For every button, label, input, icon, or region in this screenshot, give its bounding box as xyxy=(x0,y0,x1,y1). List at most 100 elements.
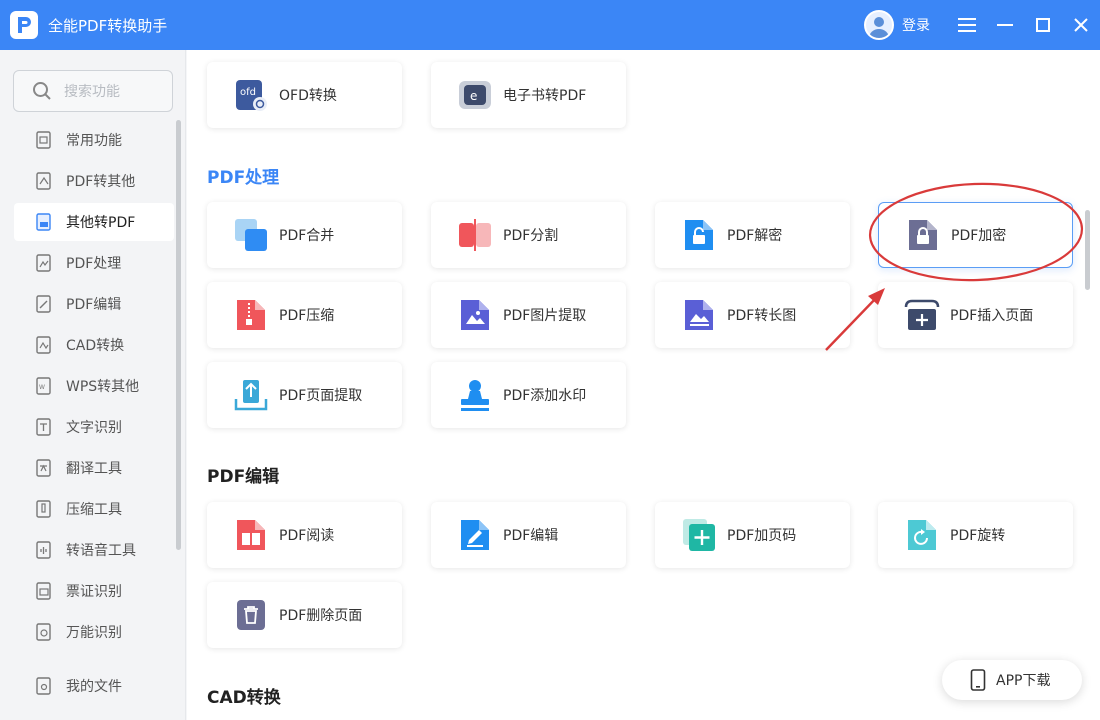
minimize-icon[interactable] xyxy=(986,0,1024,50)
sidebar-item-scan[interactable]: 万能识别 xyxy=(14,613,174,651)
ticket-icon xyxy=(34,581,54,601)
card-ofd-convert[interactable]: ofd OFD转换 xyxy=(207,62,402,128)
pdf-import-icon xyxy=(34,212,54,232)
card-label: OFD转换 xyxy=(279,88,337,104)
sidebar-item-translate[interactable]: 翻译工具 xyxy=(14,449,174,487)
edit-pen-icon xyxy=(457,517,493,553)
sidebar-item-label: 万能识别 xyxy=(66,625,122,641)
card-label: PDF编辑 xyxy=(503,528,559,544)
maximize-icon[interactable] xyxy=(1024,0,1062,50)
sidebar: 搜索功能 常用功能 PDF转其他 其他转PDF PDF处理 PDF编辑 CAD转… xyxy=(0,50,186,720)
app-title: 全能PDF转换助手 xyxy=(48,16,168,35)
login-link[interactable]: 登录 xyxy=(902,15,930,35)
ebook-icon: e xyxy=(457,77,493,113)
sidebar-item-common[interactable]: 常用功能 xyxy=(14,121,174,159)
avatar-icon[interactable] xyxy=(864,10,894,40)
sidebar-item-my-files[interactable]: 我的文件 xyxy=(14,667,174,705)
app-download-button[interactable]: APP下载 xyxy=(942,660,1082,700)
translate-icon xyxy=(34,458,54,478)
search-icon xyxy=(33,82,51,100)
main-scrollbar[interactable] xyxy=(1085,210,1090,290)
sidebar-item-label: WPS转其他 xyxy=(66,379,140,395)
svg-text:W: W xyxy=(39,384,45,391)
card-label: PDF转长图 xyxy=(727,308,797,324)
page-extract-icon xyxy=(233,377,269,413)
pdf-edit-icon xyxy=(34,294,54,314)
card-label: PDF页面提取 xyxy=(279,388,363,404)
card-pdf-to-long-image[interactable]: PDF转长图 xyxy=(655,282,850,348)
sidebar-item-label: 转语音工具 xyxy=(66,543,136,559)
app-download-label: APP下载 xyxy=(996,673,1051,689)
sidebar-item-ticket[interactable]: 票证识别 xyxy=(14,572,174,610)
close-icon[interactable] xyxy=(1062,0,1100,50)
sidebar-item-speech[interactable]: 转语音工具 xyxy=(14,531,174,569)
card-pdf-merge[interactable]: PDF合并 xyxy=(207,202,402,268)
card-pdf-compress[interactable]: PDF压缩 xyxy=(207,282,402,348)
card-pdf-encrypt[interactable]: PDF加密 xyxy=(878,202,1073,268)
svg-text:ofd: ofd xyxy=(240,87,256,98)
sidebar-item-label: CAD转换 xyxy=(66,338,125,354)
sidebar-item-compress[interactable]: 压缩工具 xyxy=(14,490,174,528)
card-pdf-decrypt[interactable]: PDF解密 xyxy=(655,202,850,268)
cad-icon xyxy=(34,335,54,355)
card-ebook-to-pdf[interactable]: e 电子书转PDF xyxy=(431,62,626,128)
card-label: PDF删除页面 xyxy=(279,608,363,624)
card-pdf-image-extract[interactable]: PDF图片提取 xyxy=(431,282,626,348)
title-bar: 全能PDF转换助手 登录 xyxy=(0,0,1100,50)
menu-icon[interactable] xyxy=(948,0,986,50)
sidebar-scrollbar[interactable] xyxy=(176,120,181,550)
card-pdf-read[interactable]: PDF阅读 xyxy=(207,502,402,568)
sidebar-item-pdf-export[interactable]: PDF转其他 xyxy=(14,162,174,200)
section-title-pdf-edit: PDF编辑 xyxy=(207,467,280,487)
card-pdf-add-watermark[interactable]: PDF添加水印 xyxy=(431,362,626,428)
merge-icon xyxy=(233,217,269,253)
compress-icon xyxy=(34,499,54,519)
ofd-icon: ofd xyxy=(233,77,269,113)
sidebar-item-wps[interactable]: W WPS转其他 xyxy=(14,367,174,405)
folder-icon xyxy=(34,676,54,696)
watermark-stamp-icon xyxy=(457,377,493,413)
wps-icon: W xyxy=(34,376,54,396)
sidebar-item-label: PDF编辑 xyxy=(66,297,122,313)
unlock-icon xyxy=(681,217,717,253)
ocr-icon xyxy=(34,417,54,437)
card-label: PDF旋转 xyxy=(950,528,1006,544)
sidebar-item-cad[interactable]: CAD转换 xyxy=(14,326,174,364)
speech-icon xyxy=(34,540,54,560)
card-pdf-edit[interactable]: PDF编辑 xyxy=(431,502,626,568)
sidebar-item-pdf-edit[interactable]: PDF编辑 xyxy=(14,285,174,323)
read-book-icon xyxy=(233,517,269,553)
trash-icon xyxy=(233,597,269,633)
card-pdf-insert-page[interactable]: PDF插入页面 xyxy=(878,282,1073,348)
sidebar-item-label: PDF转其他 xyxy=(66,174,136,190)
svg-text:e: e xyxy=(470,89,477,103)
search-placeholder: 搜索功能 xyxy=(64,84,120,100)
card-pdf-rotate[interactable]: PDF旋转 xyxy=(878,502,1073,568)
card-label: PDF加页码 xyxy=(727,528,797,544)
sidebar-item-label: 票证识别 xyxy=(66,584,122,600)
search-input[interactable]: 搜索功能 xyxy=(13,70,173,112)
sidebar-item-pdf-import[interactable]: 其他转PDF xyxy=(14,203,174,241)
sidebar-item-label: 我的文件 xyxy=(66,679,122,695)
star-doc-icon xyxy=(34,130,54,150)
section-title-pdf-process: PDF处理 xyxy=(207,168,280,188)
card-label: PDF加密 xyxy=(951,228,1007,244)
card-pdf-delete-page[interactable]: PDF删除页面 xyxy=(207,582,402,648)
lock-icon xyxy=(905,217,941,253)
pdf-export-icon xyxy=(34,171,54,191)
sidebar-item-label: PDF处理 xyxy=(66,256,122,272)
sidebar-item-label: 翻译工具 xyxy=(66,461,122,477)
phone-icon xyxy=(970,669,986,691)
zip-icon xyxy=(233,297,269,333)
card-pdf-add-page-number[interactable]: PDF加页码 xyxy=(655,502,850,568)
sidebar-item-label: 文字识别 xyxy=(66,420,122,436)
card-pdf-page-extract[interactable]: PDF页面提取 xyxy=(207,362,402,428)
long-image-icon xyxy=(681,297,717,333)
main-content: ofd OFD转换 e 电子书转PDF PDF处理 PDF合并 PDF分割 PD… xyxy=(187,50,1100,720)
sidebar-item-ocr[interactable]: 文字识别 xyxy=(14,408,174,446)
card-pdf-split[interactable]: PDF分割 xyxy=(431,202,626,268)
sidebar-item-pdf-process[interactable]: PDF处理 xyxy=(14,244,174,282)
card-label: PDF图片提取 xyxy=(503,308,587,324)
scan-icon xyxy=(34,622,54,642)
card-label: PDF插入页面 xyxy=(950,308,1034,324)
